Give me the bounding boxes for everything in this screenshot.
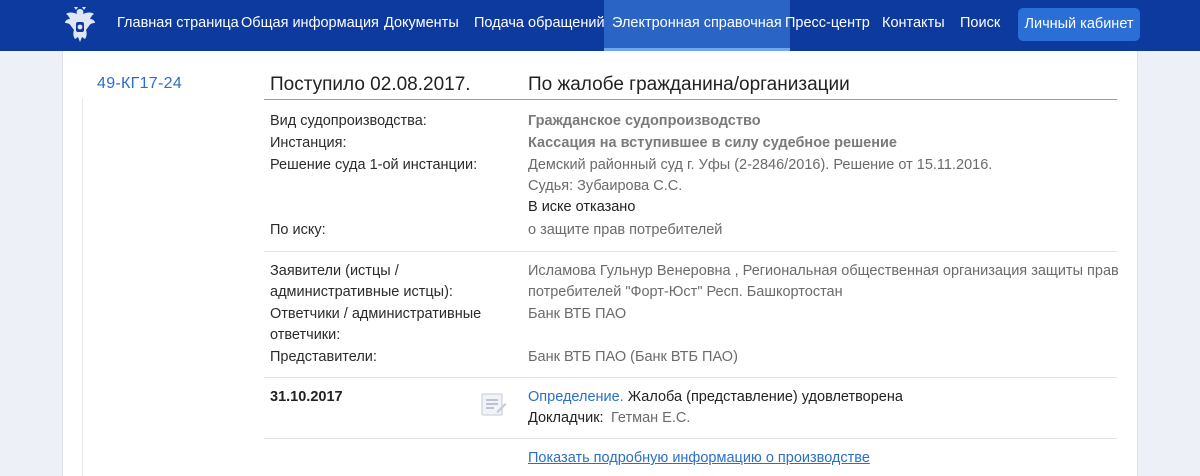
reporter-label: Докладчик: [528,410,604,426]
instance-value: Кассация на вступившее в силу судебное р… [528,135,897,151]
nav-general-info[interactable]: Общая информация [241,0,379,51]
event-date: 31.10.2017 [270,389,343,405]
defendants-label-line1: Ответчики / административные [270,306,482,322]
plaintiffs-value-line1: Исламова Гульнур Венеровна , Региональна… [528,263,1119,279]
event-divider [264,438,1117,439]
first-instance-result: В иске отказано [528,199,636,215]
event-result: Жалоба (представление) удовлетворена [627,389,903,405]
parties-divider [264,377,1117,378]
first-instance-judge: Судья: Зубаирова С.С. [528,178,683,194]
first-instance-label: Решение суда 1-ой инстанции: [270,157,478,173]
nav-press-center[interactable]: Пресс-центр [785,0,870,51]
claim-value: о защите прав потребителей [528,222,723,238]
reporter-name: Гетман Е.С. [611,410,691,426]
header-divider [264,99,1117,100]
proceeding-type-label: Вид судопроизводства: [270,113,427,129]
plaintiffs-label-line1: Заявители (истцы / [270,263,399,279]
plaintiffs-value-line2: потребителей "Форт-Юст" Респ. Башкортост… [528,284,843,300]
event-description: Определение. Жалоба (представление) удов… [528,387,903,408]
plaintiffs-label-line2: административные истцы): [270,284,453,300]
nav-main-page[interactable]: Главная страница [117,0,239,51]
nav-contacts[interactable]: Контакты [882,0,945,51]
sidebar-divider [82,99,83,476]
personal-account-button[interactable]: Личный кабинет [1018,8,1140,41]
nav-search[interactable]: Поиск [960,0,1000,51]
case-number-link[interactable]: 49-КГ17-24 [97,75,182,93]
case-category: По жалобе гражданина/организации [528,74,850,95]
ruling-document-link[interactable]: Определение. [528,389,624,405]
claim-label: По иску: [270,222,326,238]
representatives-label: Представители: [270,349,377,365]
nav-submit-appeals[interactable]: Подача обращений [474,0,605,51]
details-divider [264,251,1117,252]
representatives-value: Банк ВТБ ПАО (Банк ВТБ ПАО) [528,349,738,365]
nav-documents[interactable]: Документы [384,0,459,51]
top-navigation-bar: Главная страница Общая информация Докуме… [0,0,1200,51]
instance-label: Инстанция: [270,135,347,151]
proceeding-type-value: Гражданское судопроизводство [528,113,761,129]
coat-of-arms-icon[interactable] [62,5,98,45]
defendants-label-line2: ответчики: [270,327,341,343]
show-details-link[interactable]: Показать подробную информацию о производ… [528,448,870,469]
nav-electronic-reference[interactable]: Электронная справочная [604,0,790,51]
document-icon[interactable] [481,393,507,417]
defendants-value: Банк ВТБ ПАО [528,306,627,322]
received-date: Поступило 02.08.2017. [270,74,471,95]
first-instance-court: Демский районный суд г. Уфы (2-2846/2016… [528,157,993,173]
